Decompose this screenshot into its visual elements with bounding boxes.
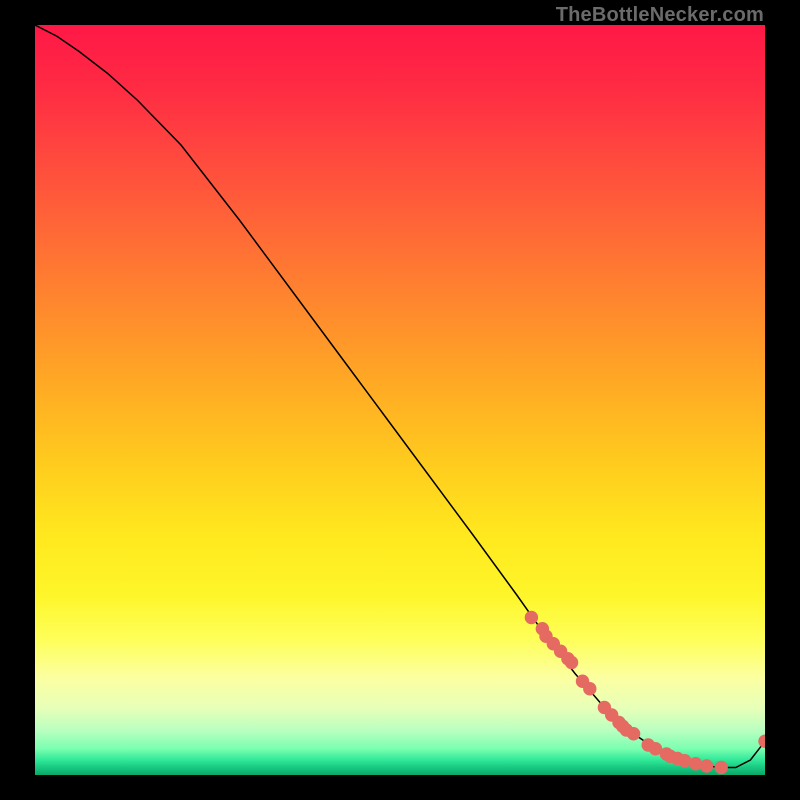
chart-overlay xyxy=(35,25,765,775)
curve-marker-dot xyxy=(525,611,537,623)
curve-marker-dot xyxy=(700,760,712,772)
curve-marker-dot xyxy=(759,735,765,747)
watermark-text: TheBottleNecker.com xyxy=(556,4,764,27)
chart-frame: TheBottleNecker.com xyxy=(0,0,800,800)
plot-area xyxy=(35,25,765,775)
curve-marker-dot xyxy=(689,758,701,770)
curve-marker-dot xyxy=(584,683,596,695)
curve-marker-dot xyxy=(715,761,727,773)
curve-marker-dot xyxy=(627,728,639,740)
bottleneck-curve xyxy=(35,25,765,768)
curve-marker-dot xyxy=(679,755,691,767)
curve-marker-dot xyxy=(565,656,577,668)
